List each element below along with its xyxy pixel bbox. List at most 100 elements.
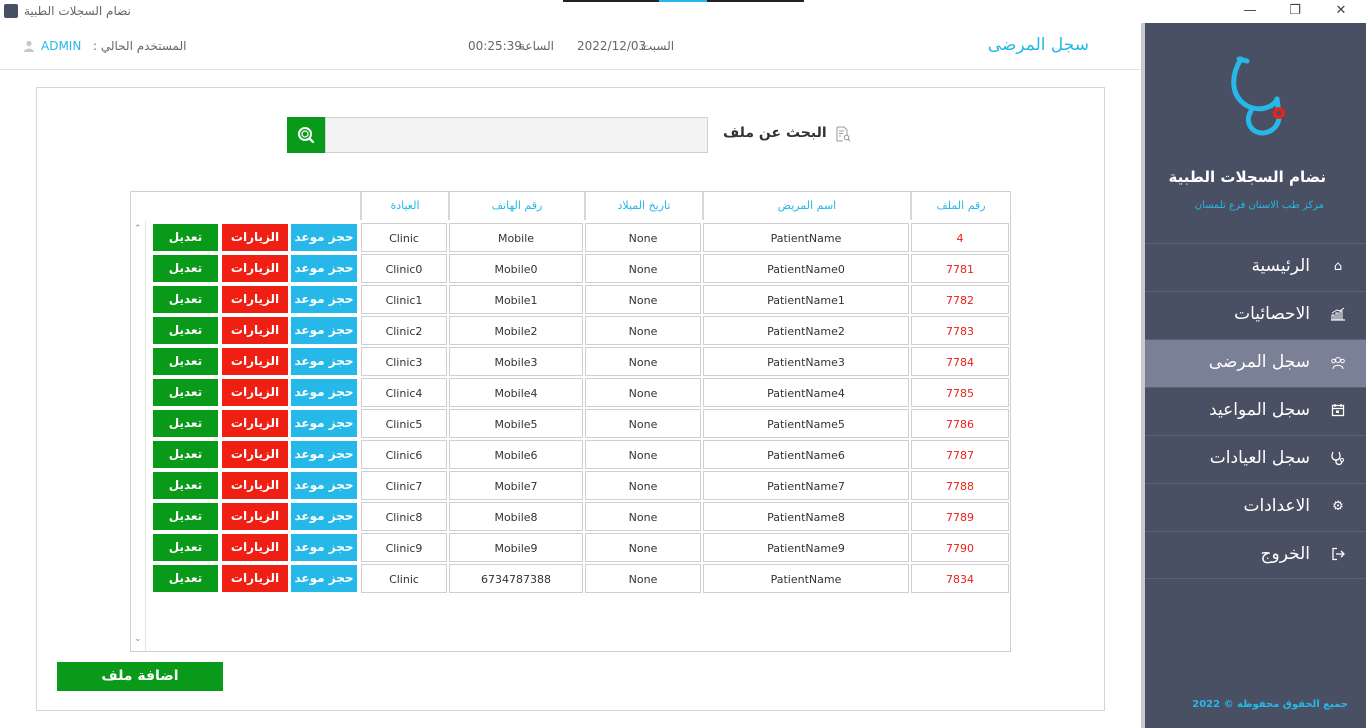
edit-button[interactable]: تعديل: [153, 503, 218, 530]
visits-button[interactable]: الزيارات: [222, 410, 288, 437]
book-appointment-button[interactable]: حجز موعد: [291, 410, 357, 437]
edit-button[interactable]: تعديل: [153, 379, 218, 406]
table-row: تعديل الزيارات حجز موعد Clinic0 Mobile0 None P…: [131, 253, 1010, 284]
book-appointment-button[interactable]: حجز موعد: [291, 348, 357, 375]
clinic-cell: Clinic9: [361, 533, 447, 562]
stethoscope-logo-icon: [1231, 56, 1285, 136]
sidebar-item-settings[interactable]: ⚙ الاعدادات: [1145, 483, 1366, 531]
sidebar-item-home[interactable]: ⌂ الرئيسية: [1145, 243, 1366, 291]
edit-button[interactable]: تعديل: [153, 565, 218, 592]
visits-button[interactable]: الزيارات: [222, 348, 288, 375]
header-patient-name: اسم المريض: [703, 192, 911, 220]
add-file-button[interactable]: اضافة ملف: [57, 662, 223, 691]
edit-button[interactable]: تعديل: [153, 286, 218, 313]
sidebar-item-label: الرئيسية: [1251, 256, 1310, 276]
gear-icon: ⚙: [1332, 499, 1344, 514]
table-row: تعديل الزيارات حجز موعد Clinic Mobile None Pat…: [131, 222, 1010, 253]
sidebar-item-patients[interactable]: سجل المرضى: [1145, 339, 1366, 387]
table-row: تعديل الزيارات حجز موعد Clinic4 Mobile4 None P…: [131, 377, 1010, 408]
search-button[interactable]: [287, 117, 325, 153]
sidebar-item-label: الاحصائيات: [1234, 304, 1310, 324]
edit-button[interactable]: تعديل: [153, 348, 218, 375]
table-row: تعديل الزيارات حجز موعد Clinic8 Mobile8 None P…: [131, 501, 1010, 532]
clinic-cell: Clinic2: [361, 316, 447, 345]
visits-button[interactable]: الزيارات: [222, 565, 288, 592]
book-appointment-button[interactable]: حجز موعد: [291, 224, 357, 251]
visits-button[interactable]: الزيارات: [222, 379, 288, 406]
home-icon: ⌂: [1333, 259, 1343, 274]
phone-cell: 6734787388: [449, 564, 583, 593]
sidebar-item-label: الخروج: [1260, 544, 1310, 564]
patient-name-cell: PatientName9: [703, 533, 909, 562]
birth-date-cell: None: [585, 347, 701, 376]
phone-cell: Mobile8: [449, 502, 583, 531]
birth-date-cell: None: [585, 285, 701, 314]
book-appointment-button[interactable]: حجز موعد: [291, 379, 357, 406]
book-appointment-button[interactable]: حجز موعد: [291, 534, 357, 561]
edit-button[interactable]: تعديل: [153, 317, 218, 344]
time-label: الساعة: [519, 39, 554, 53]
visits-button[interactable]: الزيارات: [222, 534, 288, 561]
edit-button[interactable]: تعديل: [153, 534, 218, 561]
book-appointment-button[interactable]: حجز موعد: [291, 441, 357, 468]
visits-button[interactable]: الزيارات: [222, 224, 288, 251]
close-button[interactable]: ✕: [1326, 1, 1356, 21]
book-appointment-button[interactable]: حجز موعد: [291, 286, 357, 313]
edit-button[interactable]: تعديل: [153, 224, 218, 251]
sidebar-item-statistics[interactable]: الاحصائيات: [1145, 291, 1366, 339]
clinic-cell: Clinic7: [361, 471, 447, 500]
sidebar-item-logout[interactable]: الخروج: [1145, 531, 1366, 579]
clinic-cell: Clinic5: [361, 409, 447, 438]
visits-button[interactable]: الزيارات: [222, 441, 288, 468]
patient-name-cell: PatientName: [703, 564, 909, 593]
phone-cell: Mobile4: [449, 378, 583, 407]
phone-cell: Mobile: [449, 223, 583, 252]
minimize-button[interactable]: —: [1235, 1, 1265, 21]
edit-button[interactable]: تعديل: [153, 410, 218, 437]
birth-date-cell: None: [585, 223, 701, 252]
header-actions: [131, 192, 361, 220]
clinic-cell: Clinic8: [361, 502, 447, 531]
header-phone: رقم الهاتف: [449, 192, 585, 220]
time-value: 00:25:39: [468, 39, 522, 53]
visits-button[interactable]: الزيارات: [222, 503, 288, 530]
book-appointment-button[interactable]: حجز موعد: [291, 317, 357, 344]
visits-button[interactable]: الزيارات: [222, 255, 288, 282]
visits-button[interactable]: الزيارات: [222, 317, 288, 344]
window-title: نضام السجلات الطبية: [24, 4, 131, 18]
book-appointment-button[interactable]: حجز موعد: [291, 565, 357, 592]
search-input[interactable]: [325, 117, 708, 153]
birth-date-cell: None: [585, 564, 701, 593]
clinic-cell: Clinic1: [361, 285, 447, 314]
book-appointment-button[interactable]: حجز موعد: [291, 472, 357, 499]
clinic-cell: Clinic3: [361, 347, 447, 376]
edit-button[interactable]: تعديل: [153, 472, 218, 499]
file-number-cell: 7782: [911, 285, 1009, 314]
phone-cell: Mobile7: [449, 471, 583, 500]
sidebar-app-name: نضام السجلات الطبية: [1168, 168, 1326, 186]
file-number-cell: 4: [911, 223, 1009, 252]
sidebar-item-appointments[interactable]: سجل المواعيد: [1145, 387, 1366, 435]
patient-name-cell: PatientName0: [703, 254, 909, 283]
table-row: تعديل الزيارات حجز موعد Clinic3 Mobile3 None P…: [131, 346, 1010, 377]
sidebar-item-clinics[interactable]: سجل العيادات: [1145, 435, 1366, 483]
book-appointment-button[interactable]: حجز موعد: [291, 255, 357, 282]
clinic-cell: Clinic0: [361, 254, 447, 283]
visits-button[interactable]: الزيارات: [222, 472, 288, 499]
visits-button[interactable]: الزيارات: [222, 286, 288, 313]
scroll-down-icon[interactable]: ⌄: [134, 634, 142, 644]
book-appointment-button[interactable]: حجز موعد: [291, 503, 357, 530]
patient-name-cell: PatientName8: [703, 502, 909, 531]
phone-cell: Mobile9: [449, 533, 583, 562]
file-number-cell: 7834: [911, 564, 1009, 593]
sidebar-item-label: سجل المرضى: [1208, 352, 1310, 372]
phone-cell: Mobile2: [449, 316, 583, 345]
restore-button[interactable]: ❐: [1280, 1, 1310, 21]
birth-date-cell: None: [585, 440, 701, 469]
table-header: العيادة رقم الهاتف تاريخ الميلاد اسم الم…: [131, 192, 1010, 220]
title-decoration-accent: [659, 0, 707, 2]
user-name: ADMIN: [41, 39, 82, 53]
edit-button[interactable]: تعديل: [153, 441, 218, 468]
edit-button[interactable]: تعديل: [153, 255, 218, 282]
header-file-number: رقم الملف: [911, 192, 1010, 220]
